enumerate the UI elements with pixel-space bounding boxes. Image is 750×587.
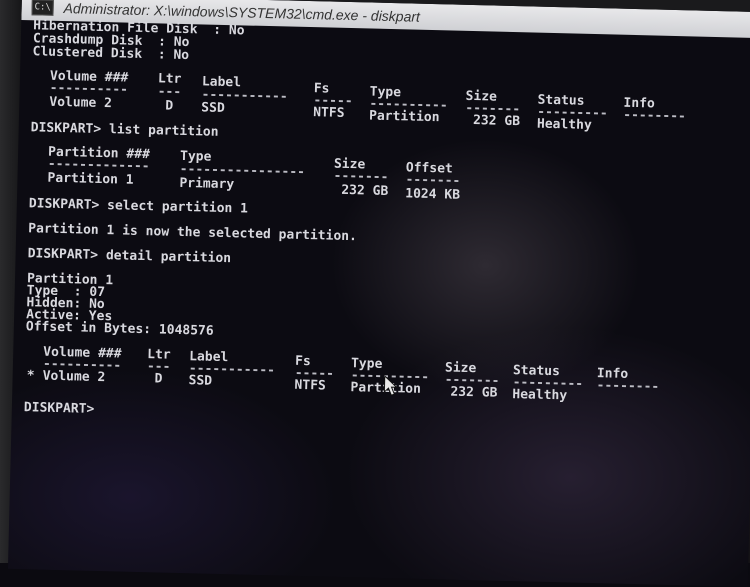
cell-fs-2: NTFS [294,377,327,394]
cmd-list-partition: DISKPART> list partition [30,120,219,140]
mouse-pointer-icon [383,374,398,396]
cell-status: Healthy [536,116,592,133]
clustered-line: Clustered Disk : No [32,44,190,64]
cell-ltr-2: D [154,371,163,387]
cmd-icon: C:\ [31,0,54,16]
cmd-window: C:\ Administrator: X:\windows\SYSTEM32\c… [7,0,750,587]
cell-volume-2: Volume 2 [42,368,106,386]
cell-size-2: 232 GB [450,384,498,401]
cell-psize: 232 GB [341,182,389,200]
cell-volume: Volume 2 [49,94,113,112]
cell-type: Partition [368,108,440,126]
dash-ltr: --- [157,84,182,100]
cell-label: SSD [201,100,225,116]
cell-fs: NTFS [313,105,345,121]
cell-offset: 1024 KB [405,186,461,203]
cell-ptype: Primary [179,175,235,193]
cmd-select-partition: DISKPART> select partition 1 [28,196,249,217]
cmd-detail-partition: DISKPART> detail partition [27,246,232,267]
dash-info-2: -------- [596,378,660,395]
cell-size: 232 GB [472,113,521,130]
detail-offset: Offset in Bytes: 1048576 [25,319,214,339]
selected-marker: * [26,368,35,384]
select-result: Partition 1 is now the selected partitio… [28,221,358,245]
dash-info: -------- [623,107,687,125]
cell-ltr: D [165,98,174,114]
cell-label-2: SSD [188,373,213,389]
cell-status-2: Healthy [512,387,568,404]
cell-partition: Partition 1 [47,170,134,188]
command-prompt[interactable]: DISKPART> [24,400,95,417]
